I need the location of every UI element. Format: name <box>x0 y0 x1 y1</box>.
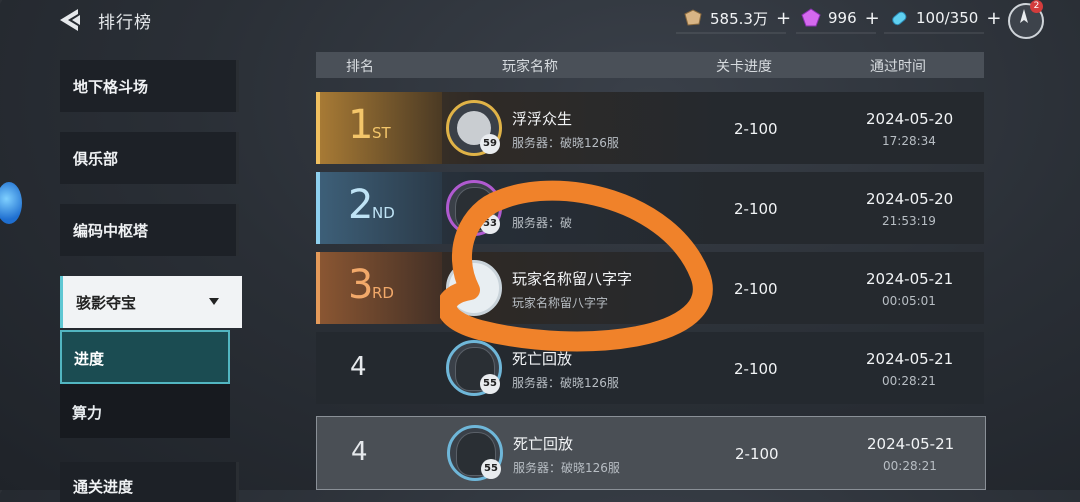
back-arrow-icon[interactable] <box>58 7 84 33</box>
chevron-down-icon <box>209 298 219 305</box>
sidebar-item-club[interactable]: 俱乐部 <box>60 132 239 184</box>
page-title: 排行榜 <box>98 13 152 33</box>
column-header-progress: 关卡进度 <box>716 59 772 75</box>
rank-suffix: ND <box>372 204 395 222</box>
sidebar-item-label: 通关进度 <box>73 478 134 496</box>
gold-ore-icon <box>684 9 702 26</box>
gold-value: 585.3万 <box>710 9 768 28</box>
rank-number: 4 <box>351 437 368 467</box>
rank-suffix: RD <box>372 284 394 302</box>
sidebar-subitem-progress[interactable]: 进度 <box>60 330 230 384</box>
rank-cell: 3 RD <box>316 252 442 324</box>
purple-gem-icon <box>801 8 821 27</box>
sidebar-subitem-power[interactable]: 算力 <box>60 384 230 438</box>
rank-cell: 1 ST <box>316 92 442 164</box>
rank-number: 1 <box>348 102 374 148</box>
clear-time: 21:53:19 <box>882 214 936 228</box>
sidebar-subitem-label: 算力 <box>72 404 103 422</box>
top-bar: 排行榜 585.3万 + 996 + 100/350 + 2 <box>0 0 1080 40</box>
level-badge: 59 <box>480 134 500 154</box>
clear-date: 2024-05-21 <box>867 435 955 453</box>
table-row[interactable]: 3 RD 玩家名称留八字字 玩家名称留八字字 2-100 2024-05-21 … <box>316 252 984 324</box>
server-label: 服务器：破晓126服 <box>512 376 619 390</box>
sidebar-item-code-tower[interactable]: 编码中枢塔 <box>60 204 239 256</box>
server-label: 服务器：破晓126服 <box>512 136 619 150</box>
rank-number: 3 <box>348 262 374 308</box>
energy-value: 100/350 <box>916 9 979 27</box>
gold-resource[interactable]: 585.3万 + <box>682 6 791 30</box>
rank-number: 2 <box>348 182 374 228</box>
column-header-rank: 排名 <box>346 59 374 75</box>
table-header: 排名 玩家名称 关卡进度 通过时间 <box>316 52 984 78</box>
server-label: 服务器：破晓126服 <box>513 461 620 475</box>
column-header-player: 玩家名称 <box>502 59 558 75</box>
stage-progress: 2-100 <box>734 280 778 298</box>
sidebar-item-clear-progress[interactable]: 通关进度 <box>60 462 239 502</box>
divider <box>796 32 876 34</box>
clear-date: 2024-05-20 <box>866 110 954 128</box>
gem-resource[interactable]: 996 + <box>800 6 880 30</box>
energy-vial-icon <box>892 11 907 26</box>
player-name: 浮浮众生 <box>512 110 573 128</box>
energy-resource[interactable]: 100/350 + <box>888 6 1001 30</box>
sidebar-item-underground-arena[interactable]: 地下格斗场 <box>60 60 239 112</box>
clear-time: 00:05:01 <box>882 294 936 308</box>
rank-cell: 2 ND <box>316 172 442 244</box>
table-row[interactable]: 1 ST 59 浮浮众生 服务器：破晓126服 2-100 2024-05-20… <box>316 92 984 164</box>
level-badge: 53 <box>480 214 500 234</box>
divider <box>884 32 984 34</box>
table-row[interactable]: 4 55 死亡回放 服务器：破晓126服 2-100 2024-05-21 00… <box>316 332 984 404</box>
table-row[interactable]: 2 ND 53 服务器：破 2-100 2024-05-20 21:53:19 <box>316 172 984 244</box>
level-badge: 55 <box>481 459 501 479</box>
player-name: 死亡回放 <box>513 435 574 453</box>
sidebar-item-label: 俱乐部 <box>73 150 119 168</box>
my-rank-row[interactable]: 4 55 死亡回放 服务器：破晓126服 2-100 2024-05-21 00… <box>316 416 986 490</box>
sidebar-item-shadow-treasure[interactable]: 骇影夺宝 <box>60 276 242 328</box>
rank-suffix: ST <box>372 124 391 142</box>
stage-progress: 2-100 <box>734 200 778 218</box>
floating-gem-icon[interactable] <box>0 182 22 224</box>
player-name: 玩家名称留八字字 <box>512 270 633 288</box>
clear-date: 2024-05-21 <box>866 350 954 368</box>
clear-time: 17:28:34 <box>882 134 936 148</box>
player-name: 死亡回放 <box>512 350 573 368</box>
add-gold-icon[interactable]: + <box>776 8 791 29</box>
clear-time: 00:28:21 <box>882 374 936 388</box>
clear-date: 2024-05-20 <box>866 190 954 208</box>
avatar[interactable] <box>446 260 502 316</box>
stage-progress: 2-100 <box>735 445 779 463</box>
divider <box>676 32 786 34</box>
clear-date: 2024-05-21 <box>866 270 954 288</box>
server-label: 服务器：破 <box>512 216 573 230</box>
rank-number: 4 <box>350 352 367 382</box>
sidebar-item-label: 骇影夺宝 <box>76 294 137 312</box>
add-gem-icon[interactable]: + <box>865 8 880 29</box>
sidebar-item-label: 地下格斗场 <box>73 78 149 96</box>
sidebar-item-label: 编码中枢塔 <box>73 222 149 240</box>
server-label: 玩家名称留八字字 <box>512 296 609 310</box>
gem-value: 996 <box>828 9 857 27</box>
sidebar-subitem-label: 进度 <box>74 350 105 368</box>
level-badge: 55 <box>480 374 500 394</box>
stage-progress: 2-100 <box>734 120 778 138</box>
clear-time: 00:28:21 <box>883 459 937 473</box>
notification-badge: 2 <box>1030 0 1043 13</box>
stage-progress: 2-100 <box>734 360 778 378</box>
add-energy-icon[interactable]: + <box>986 8 1001 29</box>
column-header-time: 通过时间 <box>870 59 926 75</box>
